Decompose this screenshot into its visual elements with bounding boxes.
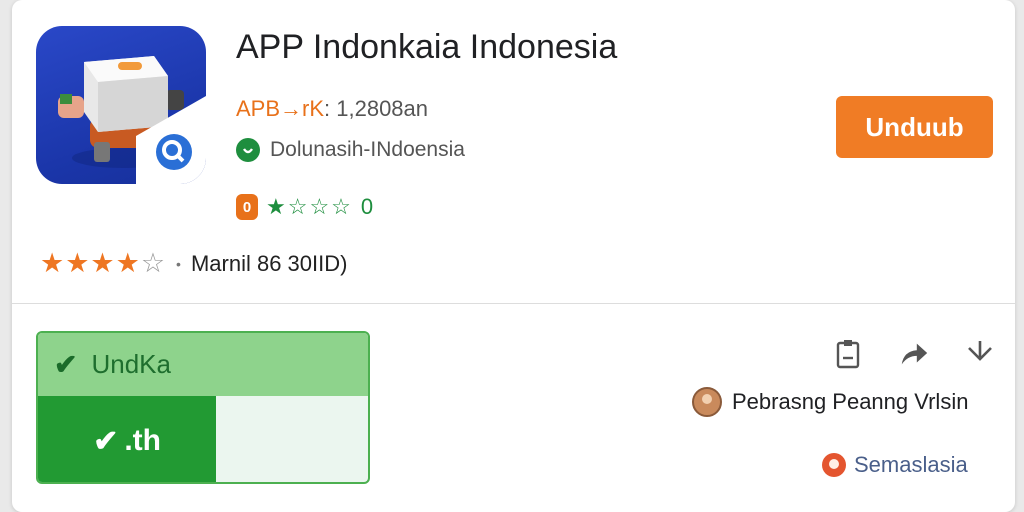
rating-stars-orange: ★★★★☆ — [40, 248, 166, 279]
rating-stars-green: ★☆☆☆ — [266, 194, 353, 219]
app-meta: APB→rK: 1,2808an — [236, 96, 428, 122]
rating-count: 0 — [360, 194, 374, 219]
progress-header-label: UndKa — [91, 349, 171, 379]
share-icon[interactable] — [898, 336, 930, 372]
progress-fill: ✔ .th — [38, 396, 217, 482]
app-title: APP Indonkaia Indonesia — [236, 28, 618, 66]
divider — [12, 303, 1015, 304]
check-icon: ✔ — [54, 349, 78, 380]
action-bar — [832, 336, 996, 372]
developer-icon — [236, 138, 260, 162]
progress-fill-label: .th — [124, 424, 161, 457]
developer-name: Dolunasih-INdoensia — [270, 138, 465, 161]
region-icon — [822, 453, 846, 477]
report-icon[interactable] — [832, 336, 864, 372]
rating-summary: 0 ★☆☆☆ 0 — [236, 194, 373, 220]
rating-badge: 0 — [236, 194, 258, 220]
separator-dot: • — [176, 255, 181, 272]
publisher-row[interactable]: Pebrasng Peanng Vrlsin — [692, 387, 968, 417]
developer-row[interactable]: Dolunasih-INdoensia — [236, 138, 465, 162]
download-progress[interactable]: ✔ UndKa ✔ .th — [36, 331, 370, 484]
rating-text: Marnil 86 30IID) — [190, 250, 348, 276]
region-name: Semaslasia — [854, 452, 968, 477]
region-row[interactable]: Semaslasia — [822, 452, 968, 478]
avatar — [692, 387, 722, 417]
check-icon: ✔ — [93, 424, 119, 458]
install-button[interactable]: Unduub — [836, 96, 993, 158]
empty-star: ☆ — [140, 248, 167, 278]
publisher-name: Pebrasng Peanng Vrlsin — [732, 389, 969, 414]
app-icon[interactable] — [36, 26, 206, 184]
filled-stars: ★★★★ — [40, 248, 141, 278]
meta-accent: APB→rK — [236, 96, 325, 121]
download-icon[interactable] — [964, 336, 996, 372]
progress-header: ✔ UndKa — [38, 333, 368, 396]
meta-text: : 1,2808an — [324, 96, 429, 121]
rating-detail: ★★★★☆ • Marnil 86 30IID) — [40, 248, 347, 279]
